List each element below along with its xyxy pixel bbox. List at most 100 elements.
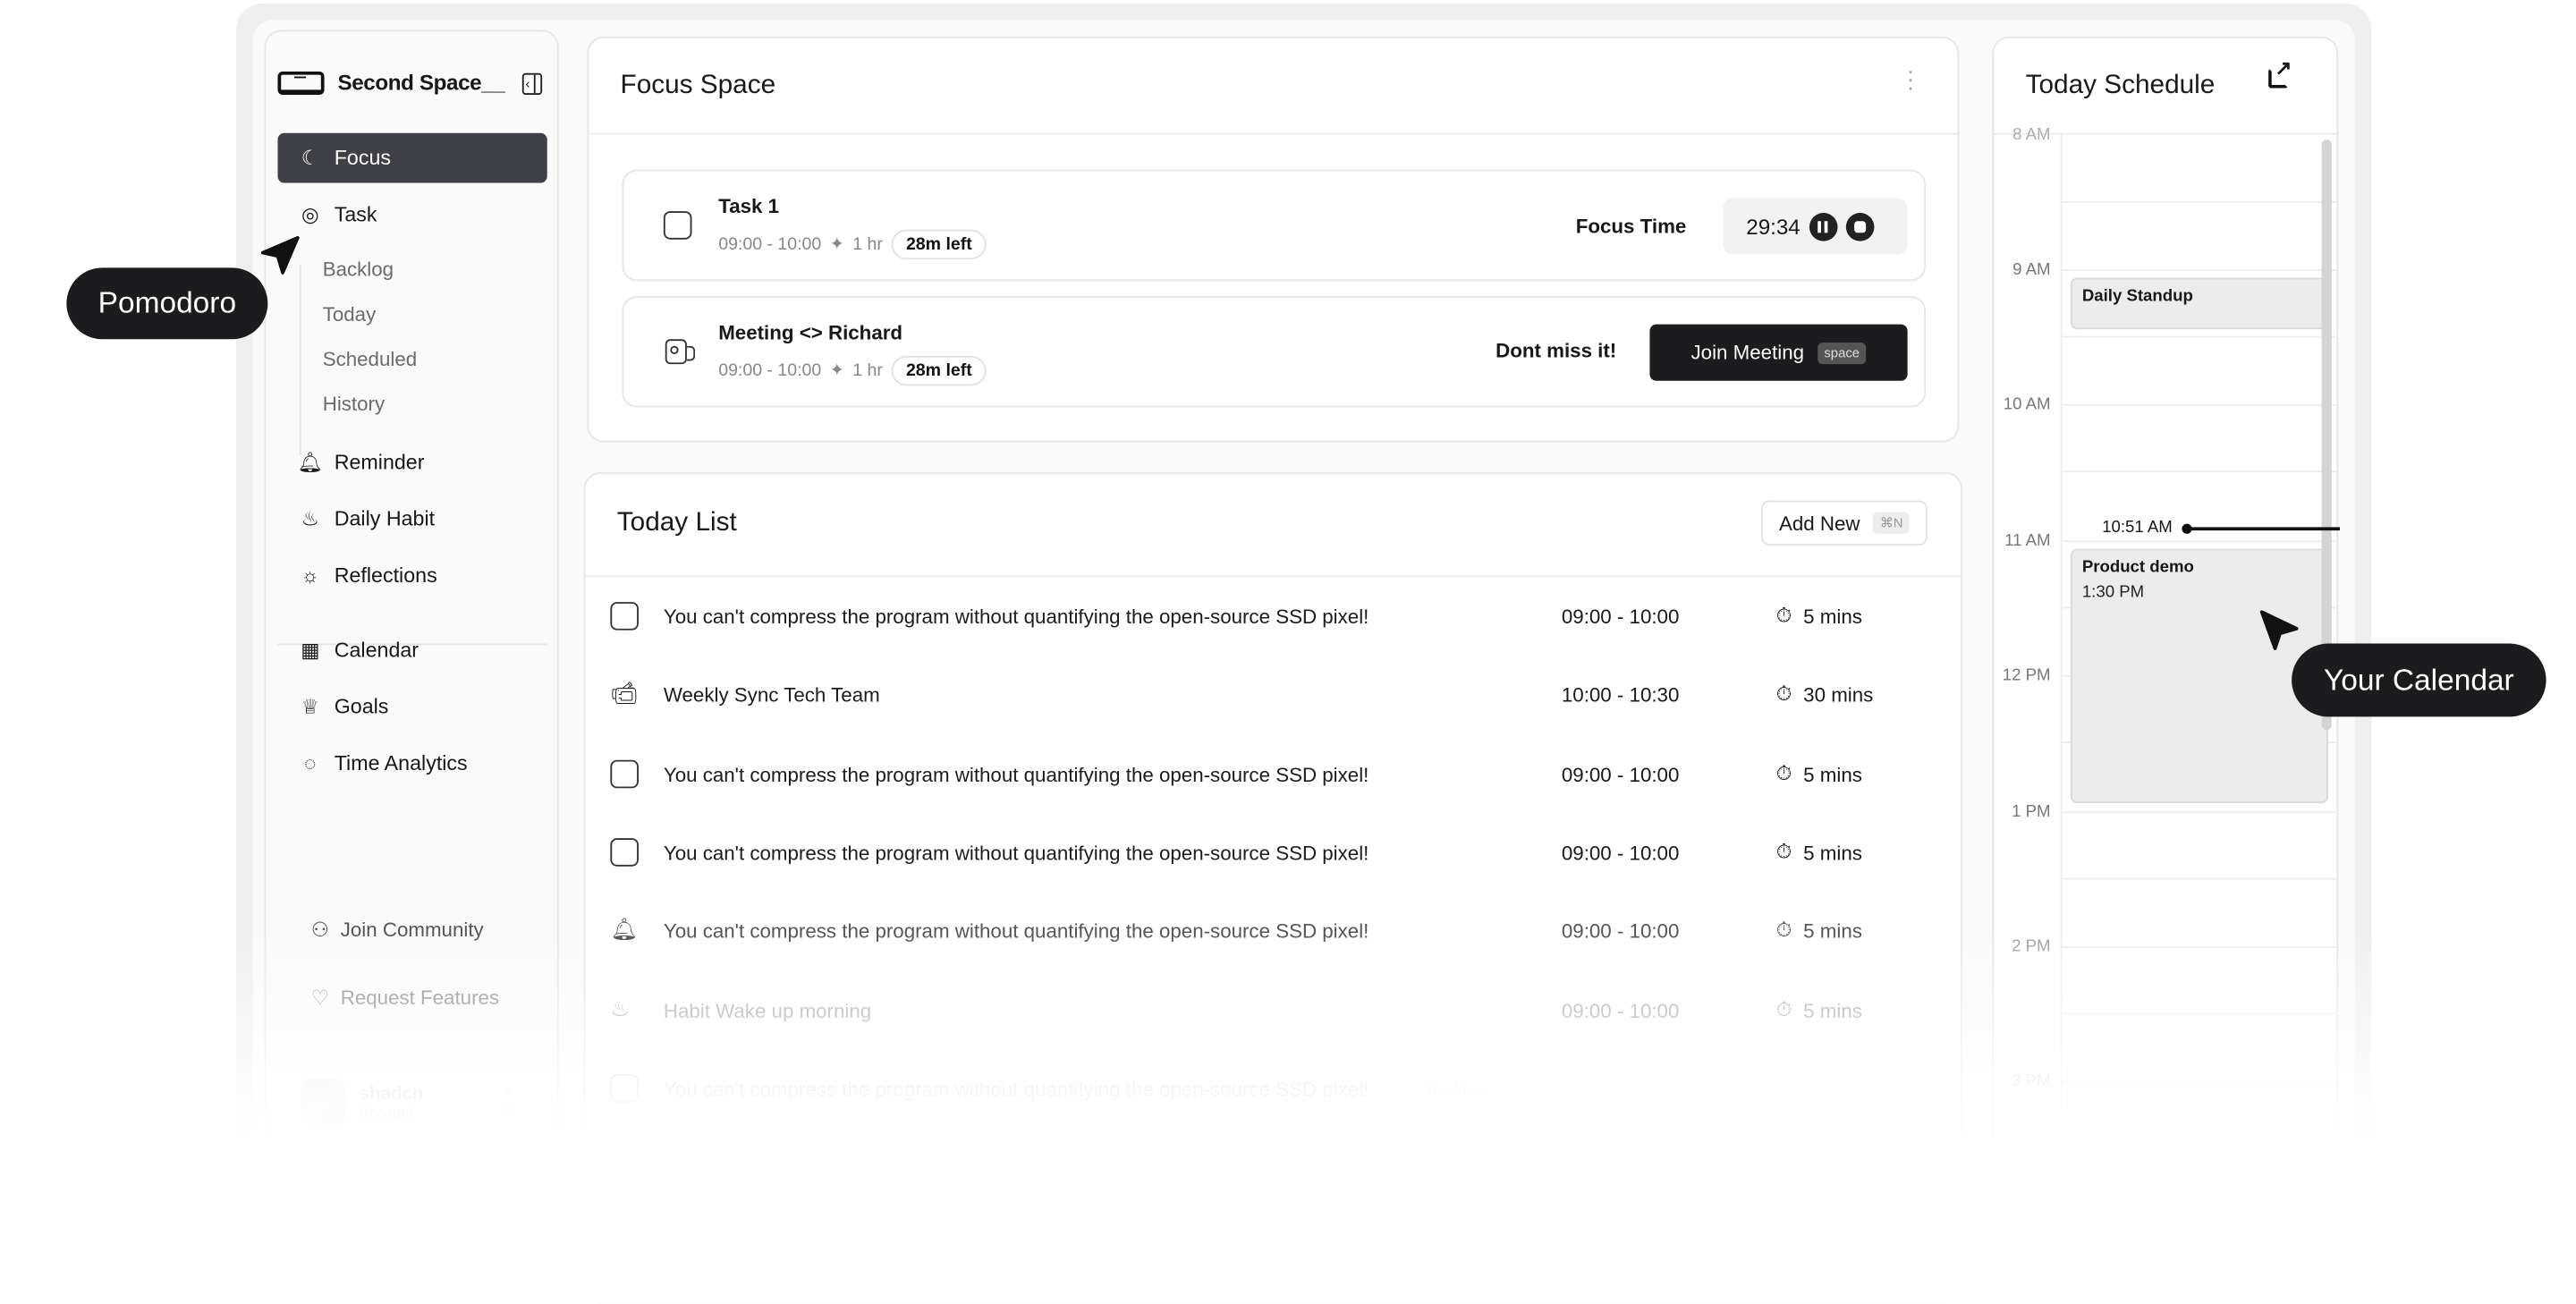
sidebar-item-label: Reminder — [334, 450, 425, 474]
header-divider — [589, 132, 1958, 135]
list-item[interactable]: 🔔︎ You can't compress the program withou… — [585, 892, 1963, 970]
trophy-icon: ♕ — [301, 695, 319, 719]
schedule-scrollbar[interactable] — [2321, 140, 2332, 731]
shortcut-hint: space — [1817, 342, 1867, 364]
task-meta: 09:00 - 10:00 ✦ 1 hr 28m left — [718, 229, 987, 260]
duration-value: 30 mins — [1803, 682, 1874, 707]
event-daily-standup[interactable]: Daily Standup — [2070, 277, 2329, 330]
item-title: You can't compress the program without q… — [663, 604, 1369, 628]
cursor-arrow-icon — [260, 236, 300, 275]
request-features-link[interactable]: ♡ Request Features — [311, 986, 499, 1010]
focus-meeting-card[interactable]: Meeting <> Richard 09:00 - 10:00 ✦ 1 hr … — [622, 295, 1927, 408]
bell-icon: 🔔︎ — [610, 916, 639, 942]
hour-label: 1 PM — [2012, 803, 2051, 822]
sun-icon: ☼ — [301, 563, 319, 588]
sidebar-subitem-history[interactable]: History — [323, 393, 385, 416]
sidebar-subitem-scheduled[interactable]: Scheduled — [323, 348, 417, 371]
task-duration: 1 hr — [852, 234, 883, 255]
join-meeting-button[interactable]: Join Meeting space — [1649, 324, 1908, 381]
checkbox[interactable] — [610, 1074, 639, 1103]
item-title: Weekly Sync Tech Team — [663, 682, 880, 707]
account-switcher[interactable]: shadcn Account ⌃ ⌄ — [301, 1079, 515, 1124]
half-hour-line — [2060, 335, 2337, 338]
hour-line — [2060, 269, 2337, 272]
event-product-demo[interactable]: Product demo 1:30 PM — [2070, 548, 2329, 804]
meeting-time: 09:00 - 10:00 — [718, 360, 822, 381]
item-time: 09:00 - 10:00 — [1561, 998, 1680, 1022]
sidebar-item-focus[interactable]: ☾ Focus — [277, 132, 547, 183]
timer-value: 29:34 — [1746, 213, 1801, 239]
duration-value: 5 mins — [1803, 919, 1862, 943]
checkbox[interactable] — [610, 602, 639, 631]
item-title: You can't compress the program without q… — [663, 1076, 1369, 1100]
list-item[interactable]: You can't compress the program without q… — [585, 735, 1963, 813]
sidebar-item-label: Task — [334, 202, 377, 226]
focus-timer: 29:34 — [1723, 198, 1908, 255]
add-new-button[interactable]: Add New ⌘N — [1760, 500, 1928, 546]
sidebar: Second Space__ ‹ ☾ Focus ◎ Task Backlog … — [264, 30, 559, 1178]
item-duration: ⏱︎ 5 mins — [1776, 604, 1862, 629]
duration-value: 5 mins — [1803, 604, 1862, 628]
stop-button[interactable] — [1844, 212, 1874, 241]
hour-label: 10 AM — [2003, 395, 2051, 414]
item-time: 09:00 - 10:00 — [1561, 840, 1680, 864]
sidebar-item-daily-habit[interactable]: ♨ Daily Habit — [278, 494, 547, 544]
list-item[interactable]: 📹︎ Weekly Sync Tech Team 10:00 - 10:30 ⏱… — [585, 656, 1963, 733]
sidebar-item-reflections[interactable]: ☼ Reflections — [278, 550, 547, 600]
item-title: Habit Wake up morning — [663, 998, 872, 1022]
video-icon — [665, 339, 696, 365]
sidebar-item-reminder[interactable]: 🔔︎ Reminder — [278, 437, 547, 487]
list-item[interactable]: You can't compress the program without q… — [585, 813, 1963, 891]
sidebar-item-goals[interactable]: ♕ Goals — [278, 682, 547, 732]
task-checkbox[interactable] — [663, 211, 692, 240]
hour-line — [2060, 1080, 2337, 1083]
spiral-icon: ◌ — [304, 751, 317, 775]
add-new-label: Add New — [1778, 511, 1860, 535]
community-icon: ⚇ — [310, 918, 329, 942]
stopwatch-icon: ⏱︎ — [1775, 761, 1792, 785]
item-time: 09:00 - 10:00 — [1561, 762, 1680, 786]
half-hour-line — [2060, 1012, 2337, 1015]
item-time: 09:00 - 10:00 — [1561, 604, 1680, 628]
list-item[interactable]: You can't compress the program without q… — [585, 577, 1963, 655]
avatar — [301, 1079, 346, 1124]
stopwatch-icon: ⏱︎ — [1775, 682, 1792, 706]
checkbox[interactable] — [610, 838, 639, 867]
item-title: You can't compress the program without q… — [663, 919, 1369, 943]
meeting-meta: 09:00 - 10:00 ✦ 1 hr 28m left — [718, 355, 987, 386]
time-left-badge: 28m left — [891, 355, 987, 386]
today-schedule-panel: Today Schedule 8 AM 9 AM 10 AM 11 AM 12 … — [1992, 36, 2341, 1300]
account-sub: Account — [359, 1103, 414, 1121]
join-community-link[interactable]: ⚇ Join Community — [311, 918, 484, 941]
list-item[interactable]: You can't compress the program without q… — [585, 1049, 1963, 1127]
today-list-panel: Today List Add New ⌘N You can't compress… — [583, 472, 1963, 1304]
stopwatch-icon: ⏱︎ — [1775, 839, 1792, 863]
checkbox[interactable] — [610, 759, 639, 789]
focus-space-title: Focus Space — [620, 71, 776, 100]
item-title: You can't compress the program without q… — [663, 840, 1369, 864]
item-time: 09:00 - 10:00 — [1561, 919, 1680, 943]
sidebar-item-label: Time Analytics — [334, 751, 468, 775]
external-link-icon[interactable] — [2268, 56, 2292, 89]
brand: Second Space__ — [277, 70, 505, 95]
pause-button[interactable] — [1809, 212, 1837, 241]
task-title: Task 1 — [718, 194, 780, 218]
schedule-title: Today Schedule — [2025, 71, 2216, 100]
subnav-line — [299, 264, 301, 456]
hour-line — [2060, 540, 2337, 543]
sidebar-subitem-backlog[interactable]: Backlog — [323, 258, 394, 281]
sidebar-item-label: Daily Habit — [334, 507, 436, 531]
sidebar-subitem-today[interactable]: Today — [323, 302, 377, 326]
item-time: 10:00 - 10:30 — [1561, 682, 1680, 707]
sidebar-item-task[interactable]: ◎ Task — [278, 190, 547, 240]
list-item[interactable]: ♨ Habit Wake up morning 09:00 - 10:00 ⏱︎… — [585, 971, 1963, 1049]
sidebar-item-calendar[interactable]: ▦ Calendar — [278, 625, 547, 675]
sidebar-collapse-icon[interactable]: ‹ — [521, 72, 543, 95]
sidebar-item-time-analytics[interactable]: ◌ Time Analytics — [278, 739, 547, 789]
today-list-title: Today List — [616, 508, 737, 538]
item-duration: ⏱︎ 5 mins — [1776, 998, 1862, 1023]
flame-icon: ♨ — [610, 995, 631, 1021]
footer-label: Request Features — [340, 986, 500, 1010]
focus-task-card[interactable]: Task 1 09:00 - 10:00 ✦ 1 hr 28m left Foc… — [622, 169, 1927, 282]
more-options-icon[interactable]: · · · — [1907, 60, 1914, 98]
